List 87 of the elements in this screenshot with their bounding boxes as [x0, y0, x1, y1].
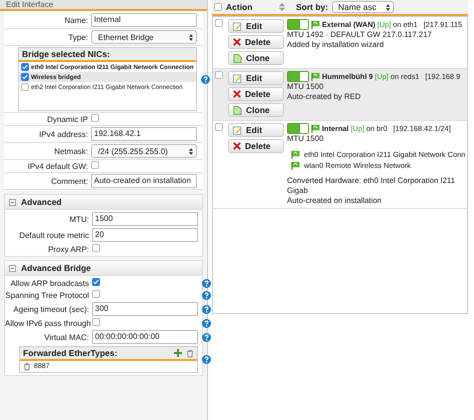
checkbox[interactable] — [92, 290, 100, 298]
field-label: Default route metric — [18, 230, 89, 240]
section-title: Advanced Bridge — [21, 263, 91, 273]
field-label: MTU: — [68, 214, 89, 224]
edit-button[interactable]: Edit — [228, 123, 284, 137]
checkbox[interactable] — [92, 318, 100, 326]
pencil-icon — [233, 126, 242, 134]
delete-button[interactable]: Delete — [228, 139, 284, 153]
column-header: Action — [226, 2, 254, 12]
document-icon — [233, 106, 242, 114]
delete-icon — [233, 142, 241, 150]
checkbox[interactable] — [21, 63, 29, 71]
field-label: Proxy ARP: — [47, 244, 89, 254]
updown-arrow-icon — [386, 4, 390, 10]
input-field[interactable]: Internal — [91, 13, 197, 27]
toggle-switch[interactable] — [287, 19, 309, 30]
section-header[interactable]: Advanced — [5, 195, 202, 210]
checkbox[interactable] — [214, 3, 222, 11]
sort-label: Sort by: — [296, 2, 328, 12]
flag-icon — [311, 124, 320, 133]
field-label: IPv4 address: — [38, 130, 88, 138]
checkbox[interactable] — [215, 71, 223, 79]
flag-icon — [291, 161, 300, 170]
field-label: Virtual MAC: — [43, 332, 89, 342]
sort-dropdown[interactable]: Name asc — [332, 1, 394, 13]
toggle-switch[interactable] — [287, 123, 309, 134]
checkbox[interactable] — [92, 244, 100, 252]
checkbox[interactable] — [21, 73, 29, 81]
clone-button[interactable]: Clone — [228, 103, 284, 117]
trash-icon[interactable] — [186, 348, 194, 358]
help-icon[interactable] — [200, 74, 210, 84]
sort-icon[interactable] — [278, 3, 286, 11]
updown-arrow-icon — [189, 34, 193, 40]
field-label: Allow ARP broadcasts — [9, 278, 89, 288]
toggle-switch[interactable] — [287, 71, 309, 82]
document-icon — [233, 54, 242, 62]
input-field[interactable]: Auto-created on installation — [91, 174, 197, 188]
help-icon[interactable] — [202, 304, 210, 314]
delete-icon — [233, 38, 241, 46]
help-icon[interactable] — [202, 332, 210, 342]
checkbox[interactable] — [215, 123, 223, 131]
delete-button[interactable]: Delete — [228, 35, 284, 49]
checkbox[interactable] — [91, 161, 99, 169]
delete-icon — [233, 90, 241, 98]
help-icon[interactable] — [202, 355, 210, 364]
collapse-icon[interactable] — [9, 198, 16, 206]
dialog-title: Edit Interface — [0, 0, 207, 11]
edit-button[interactable]: Edit — [228, 71, 284, 85]
checkbox[interactable] — [21, 83, 29, 91]
help-icon[interactable] — [202, 318, 210, 328]
flag-icon — [291, 150, 300, 159]
field-label: Ageing timeout (sec): — [12, 304, 89, 314]
field-label: IPv4 default GW: — [26, 162, 88, 170]
trash-icon[interactable] — [23, 362, 31, 371]
add-icon[interactable] — [174, 349, 182, 357]
field-label: Dynamic IP — [46, 114, 88, 124]
updown-arrow-icon — [189, 148, 193, 154]
field-label: Comment: — [50, 176, 88, 186]
field-label: Type: — [67, 32, 88, 42]
clone-button[interactable]: Clone — [228, 51, 284, 65]
section-title: Advanced — [21, 197, 62, 207]
flag-icon — [311, 20, 320, 29]
section-header[interactable]: Advanced Bridge — [5, 261, 202, 276]
list-title: Bridge selected NICs: — [22, 49, 110, 59]
pencil-icon — [233, 74, 242, 82]
input-field[interactable]: 1500 — [92, 212, 198, 226]
edit-button[interactable]: Edit — [228, 19, 284, 33]
input-field[interactable]: 300 — [92, 302, 198, 316]
help-icon[interactable] — [202, 290, 210, 300]
pencil-icon — [233, 22, 242, 30]
field-label: Spanning Tree Protocol — [5, 290, 89, 300]
checkbox[interactable] — [92, 278, 100, 286]
checkbox[interactable] — [215, 19, 223, 27]
list-title: Forwarded EtherTypes: — [23, 348, 118, 358]
field-label: Name: — [63, 16, 88, 24]
input-field[interactable]: 20 — [92, 228, 198, 242]
input-field[interactable]: 00:00:00:00:00:00 — [92, 330, 198, 344]
field-label: Allow IPv6 pass through — [5, 318, 89, 328]
flag-icon — [311, 72, 320, 81]
dropdown[interactable]: /24 (255.255.255.0) — [91, 144, 197, 158]
field-label: Netmask: — [53, 146, 88, 156]
collapse-icon[interactable] — [9, 264, 16, 272]
delete-button[interactable]: Delete — [228, 87, 284, 101]
dropdown[interactable]: Ethernet Bridge — [91, 30, 197, 44]
checkbox[interactable] — [91, 114, 99, 122]
input-field[interactable]: 192.168.42.1 — [91, 127, 197, 141]
help-icon[interactable] — [202, 278, 210, 288]
